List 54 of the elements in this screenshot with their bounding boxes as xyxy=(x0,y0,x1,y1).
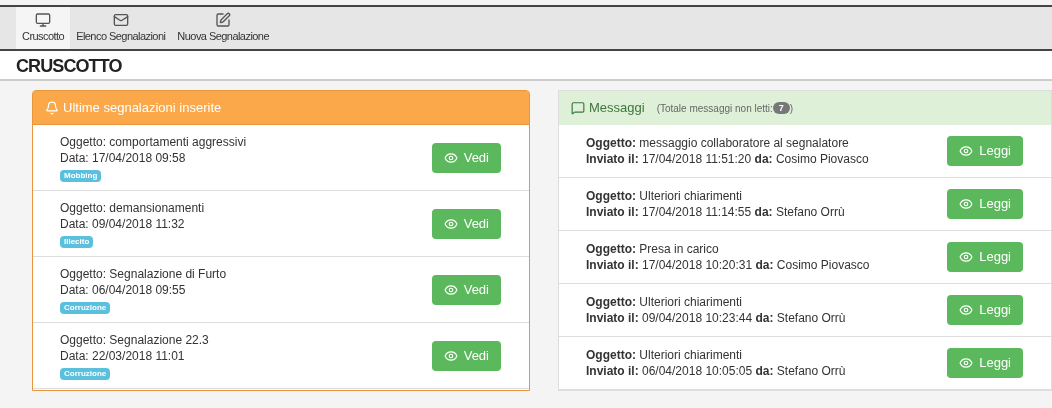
message-sender: Inviato il: 17/04/2018 11:51:20 da: Cosimo Piovasco xyxy=(586,151,870,167)
message-subject: Oggetto: Presa in carico xyxy=(586,241,720,257)
category-tag: Illecito xyxy=(60,235,94,248)
eye-icon xyxy=(443,150,458,165)
report-date: Data: 22/03/2018 11:01 xyxy=(60,347,186,364)
category-tag: Mobbing xyxy=(60,169,102,182)
view-button[interactable]: Vedi xyxy=(431,340,501,371)
report-subject: Oggetto: Segnalazione di Furto xyxy=(60,265,228,282)
page-title: CRUSCOTTO xyxy=(16,55,123,77)
chat-icon xyxy=(571,101,585,115)
unread-count-badge: 7 xyxy=(772,102,790,114)
eye-icon xyxy=(959,250,974,264)
view-button[interactable]: Leggi xyxy=(947,189,1023,219)
view-button[interactable]: Vedi xyxy=(431,208,501,239)
view-button[interactable]: Vedi xyxy=(431,142,501,173)
view-button[interactable]: Leggi xyxy=(947,242,1023,272)
view-button[interactable]: Leggi xyxy=(947,136,1023,166)
message-sender: Inviato il: 06/04/2018 10:05:05 da: Stefano Orrù xyxy=(586,363,847,379)
view-button[interactable]: Vedi xyxy=(431,274,501,305)
monitor-icon xyxy=(35,11,52,28)
toolbar-tab[interactable]: Nuova Segnalazione xyxy=(171,7,275,49)
eye-icon xyxy=(959,356,974,370)
view-button[interactable]: Leggi xyxy=(947,348,1023,378)
category-tag: Corruzione xyxy=(60,301,111,314)
category-tag: Corruzione xyxy=(60,367,111,380)
message-subject: Oggetto: Ulteriori chiarimenti xyxy=(586,294,744,310)
eye-icon xyxy=(959,144,974,158)
report-date: Data: 09/04/2018 11:32 xyxy=(60,215,186,232)
report-date: Data: 06/04/2018 09:55 xyxy=(60,281,187,298)
report-date: Data: 17/04/2018 09:58 xyxy=(60,149,187,166)
report-subject: Oggetto: Segnalazione 22.3 xyxy=(60,331,210,348)
view-button[interactable]: Leggi xyxy=(947,295,1023,325)
toolbar-tab[interactable]: Elenco Segnalazioni xyxy=(70,7,172,49)
report-subject: Oggetto: comportamenti aggressivi xyxy=(60,133,248,150)
eye-icon xyxy=(443,216,458,231)
eye-icon xyxy=(959,197,974,211)
message-subject: Oggetto: messaggio collaboratore al segnalatore xyxy=(586,135,850,151)
message-sender: Inviato il: 17/04/2018 11:14:55 da: Stefano Orrù xyxy=(586,204,846,220)
toolbar-tab[interactable]: Cruscotto xyxy=(16,7,71,49)
message-subject: Oggetto: Ulteriori chiarimenti xyxy=(586,188,744,204)
message-subject: Oggetto: Ulteriori chiarimenti xyxy=(586,347,744,363)
pencil-icon xyxy=(215,11,232,28)
unread-label: (Totale messaggi non letti: xyxy=(656,101,773,116)
unread-label-end: ) xyxy=(789,101,794,116)
panel-title: Messaggi xyxy=(589,99,645,118)
eye-icon xyxy=(443,282,458,297)
eye-icon xyxy=(443,348,458,363)
eye-icon xyxy=(959,303,974,317)
bell-icon xyxy=(45,100,59,115)
panel-title: Ultime segnalazioni inserite xyxy=(63,98,222,117)
message-sender: Inviato il: 17/04/2018 10:20:31 da: Cosimo Piovasco xyxy=(586,257,871,273)
report-subject: Oggetto: demansionamenti xyxy=(60,199,206,216)
envelope-icon xyxy=(112,11,129,28)
message-sender: Inviato il: 09/04/2018 10:23:44 da: Stefano Orrù xyxy=(586,310,847,326)
